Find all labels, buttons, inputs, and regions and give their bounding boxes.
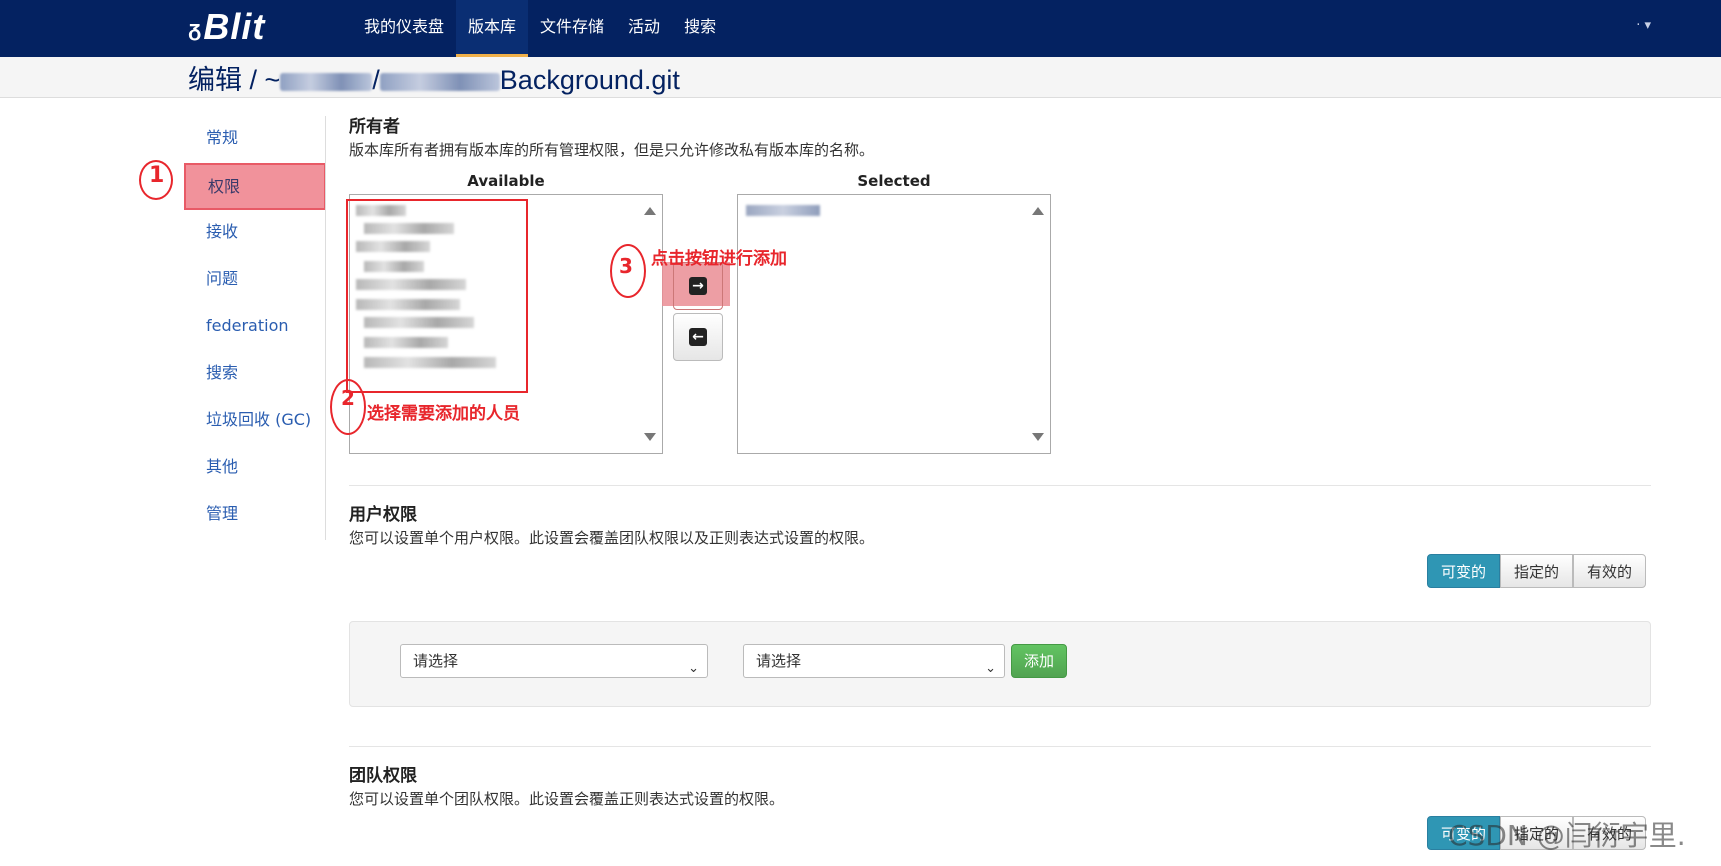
settings-sidebar: 常规 权限 接收 问题 federation 搜索 垃圾回收 (GC) 其他 管…	[184, 116, 326, 539]
logo-text: Blit	[203, 6, 266, 47]
annotation-step-2: 2	[341, 386, 355, 410]
annotation-step-3: 3	[619, 254, 633, 278]
title-suffix: Background.git	[499, 65, 680, 95]
blurred-repo-prefix	[379, 72, 500, 91]
annotation-rect-available	[346, 199, 528, 393]
team-permissions-heading: 团队权限	[349, 766, 417, 786]
top-navbar: ᵹBlit 我的仪表盘 版本库 文件存储 活动 搜索 · ▾	[0, 0, 1721, 57]
move-right-button[interactable]: →	[673, 262, 723, 310]
move-left-button[interactable]: ←	[673, 313, 723, 361]
sidebar-item-misc[interactable]: 其他	[184, 445, 326, 492]
user-permissions-help: 您可以设置单个用户权限。此设置会覆盖团队权限以及正则表达式设置的权限。	[349, 529, 875, 547]
annotation-step-3-text: 点击按钮进行添加	[651, 249, 787, 269]
scroll-up-icon[interactable]	[1032, 207, 1044, 215]
permission-select[interactable]: 请选择 ⌄	[743, 644, 1005, 678]
filter-effective-button[interactable]: 有效的	[1573, 554, 1647, 588]
available-label: Available	[467, 172, 545, 190]
add-user-permission-well: 请选择 ⌄ 请选择 ⌄ 添加	[349, 621, 1651, 707]
filter-mutable-button[interactable]: 可变的	[1427, 554, 1501, 588]
user-permissions-filter-group: 可变的 指定的 有效的	[1427, 554, 1647, 588]
filter-explicit-button[interactable]: 指定的	[1500, 554, 1574, 588]
list-item[interactable]	[746, 205, 820, 216]
scroll-up-icon[interactable]	[644, 207, 656, 215]
selected-list[interactable]	[737, 194, 1051, 454]
chevron-down-icon: ⌄	[688, 661, 699, 676]
annotation-step-1: 1	[149, 163, 165, 188]
nav-search[interactable]: 搜索	[672, 0, 728, 57]
user-permissions-heading: 用户权限	[349, 505, 417, 525]
user-menu[interactable]: · ▾	[1636, 18, 1651, 33]
sidebar-divider	[325, 116, 326, 540]
permission-select-value: 请选择	[756, 652, 802, 670]
main-nav: 我的仪表盘 版本库 文件存储 活动 搜索	[352, 0, 728, 57]
nav-activity[interactable]: 活动	[616, 0, 672, 57]
sidebar-item-tickets[interactable]: 问题	[184, 257, 326, 304]
user-select-value: 请选择	[413, 652, 459, 670]
logo-glyph: ᵹ	[188, 16, 203, 42]
user-permissions-section: 用户权限 您可以设置单个用户权限。此设置会覆盖团队权限以及正则表达式设置的权限。	[349, 500, 874, 548]
nav-file-store[interactable]: 文件存储	[528, 0, 616, 57]
sidebar-item-admin[interactable]: 管理	[184, 492, 326, 539]
team-permissions-section: 团队权限 您可以设置单个团队权限。此设置会覆盖正则表达式设置的权限。	[349, 761, 784, 809]
chevron-down-icon: ⌄	[985, 661, 996, 676]
title-prefix: 编辑 / ~	[188, 65, 281, 95]
section-divider	[349, 485, 1651, 486]
owner-heading: 所有者	[349, 117, 400, 137]
arrow-right-icon: →	[689, 277, 707, 295]
owner-help: 版本库所有者拥有版本库的所有管理权限，但是只允许修改私有版本库的名称。	[349, 141, 875, 159]
selected-label: Selected	[857, 172, 931, 190]
watermark: CSDN @闫衍宇里.	[1448, 819, 1686, 852]
team-permissions-help: 您可以设置单个团队权限。此设置会覆盖正则表达式设置的权限。	[349, 790, 785, 808]
add-permission-button[interactable]: 添加	[1011, 644, 1068, 678]
section-divider	[349, 746, 1651, 747]
selected-picker: Selected	[737, 172, 1051, 454]
sidebar-item-federation[interactable]: federation	[184, 304, 326, 351]
sidebar-item-gc[interactable]: 垃圾回收 (GC)	[184, 398, 326, 445]
scroll-down-icon[interactable]	[1032, 433, 1044, 441]
page-title: 编辑 / ~ / Background.git	[188, 58, 680, 97]
sidebar-item-receive[interactable]: 接收	[184, 210, 326, 257]
nav-dashboard[interactable]: 我的仪表盘	[352, 0, 456, 57]
sidebar-item-permissions[interactable]: 权限	[184, 163, 326, 210]
gitblit-logo[interactable]: ᵹBlit	[188, 6, 265, 48]
user-select[interactable]: 请选择 ⌄	[400, 644, 708, 678]
nav-repositories[interactable]: 版本库	[456, 0, 529, 57]
blurred-owner	[280, 72, 373, 91]
main-content: 所有者 版本库所有者拥有版本库的所有管理权限，但是只允许修改私有版本库的名称。 …	[330, 112, 1651, 850]
title-separator: /	[372, 65, 380, 95]
sidebar-item-search[interactable]: 搜索	[184, 351, 326, 398]
sidebar-item-general[interactable]: 常规	[184, 116, 326, 163]
scroll-down-icon[interactable]	[644, 433, 656, 441]
annotation-step-2-text: 选择需要添加的人员	[367, 404, 520, 424]
arrow-left-icon: ←	[689, 328, 707, 346]
